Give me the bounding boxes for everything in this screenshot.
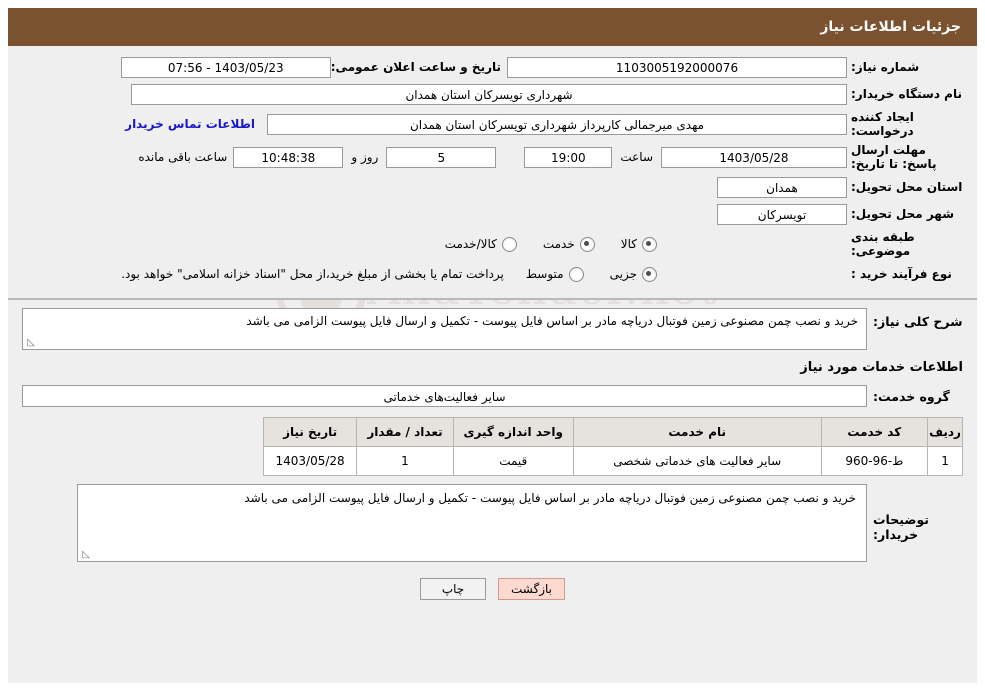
- need-number-value: 1103005192000076: [507, 56, 847, 78]
- province-label: استان محل تحویل:: [851, 180, 963, 194]
- items-table: ردیف کد خدمت نام خدمت واحد اندازه گیری ت…: [262, 417, 963, 476]
- deadline-date-value: 1403/05/28: [661, 146, 847, 168]
- radio-icon[interactable]: [501, 236, 517, 252]
- buyer-org-value: شهرداری تویسرکان استان همدان: [131, 83, 847, 105]
- back-button[interactable]: بازگشت: [498, 578, 565, 600]
- category-option-label: خدمت: [542, 237, 575, 251]
- th-need-date: تاریخ نیاز: [262, 417, 358, 447]
- remaining-time-value: 10:48:38: [233, 146, 344, 168]
- cell-service-code: ط-96-960: [820, 446, 929, 476]
- purchase-type-option-label: متوسط: [525, 267, 564, 281]
- resize-handle-icon[interactable]: ◺: [80, 550, 90, 560]
- general-desc-label: شرح کلی نیاز:: [873, 314, 963, 329]
- row-creator: ایجاد کننده درخواست: مهدی میرجمالی کارپر…: [22, 110, 963, 138]
- purchase-type-label: نوع فرآیند خرید :: [851, 267, 952, 281]
- services-section-title: اطلاعات خدمات مورد نیاز: [800, 360, 963, 375]
- city-value: تویسرکان: [717, 203, 847, 225]
- service-group-label: گروه خدمت:: [873, 388, 950, 404]
- purchase-note: پرداخت تمام یا بخشی از مبلغ خرید،از محل …: [121, 267, 504, 281]
- creator-label: ایجاد کننده درخواست:: [851, 110, 914, 138]
- buyer-notes-row: توضیحات خریدار: خرید و نصب چمن مصنوعی زم…: [22, 484, 963, 562]
- print-button[interactable]: چاپ: [420, 578, 486, 600]
- public-announce-label: تاریخ و ساعت اعلان عمومی:: [330, 60, 501, 74]
- need-number-label: شماره نیاز:: [851, 60, 920, 74]
- creator-value: مهدی میرجمالی کارپرداز شهرداری تویسرکان …: [267, 113, 847, 135]
- public-announce-value: 1403/05/23 - 07:56: [120, 56, 331, 78]
- radio-icon[interactable]: [642, 266, 657, 282]
- page-title: جزئیات اطلاعات نیاز: [820, 19, 961, 35]
- buyer-notes-label: توضیحات خریدار:: [873, 512, 929, 542]
- remaining-time-label: ساعت باقی مانده: [138, 150, 228, 164]
- th-row-no: ردیف: [927, 417, 963, 447]
- table-row: 1 ط-96-960 سایر فعالیت های خدماتی شخصی ق…: [262, 446, 963, 476]
- buyer-notes-value: خرید و نصب چمن مصنوعی زمین فوتبال دریاچه…: [244, 491, 856, 505]
- radio-icon[interactable]: [642, 236, 657, 252]
- radio-icon[interactable]: [568, 266, 584, 282]
- buyer-contact-link[interactable]: اطلاعات تماس خریدار: [125, 117, 255, 131]
- page-header: جزئیات اطلاعات نیاز: [8, 8, 977, 46]
- service-group-value: سایر فعالیت‌های خدماتی: [22, 385, 867, 407]
- th-quantity: تعداد / مقدار: [356, 417, 454, 447]
- radio-icon[interactable]: [579, 236, 595, 252]
- th-unit: واحد اندازه گیری: [452, 417, 574, 447]
- row-province: استان محل تحویل: همدان: [22, 176, 963, 198]
- cell-need-date: 1403/05/28: [262, 446, 358, 476]
- cell-service-name: سایر فعالیت های خدماتی شخصی: [572, 446, 822, 476]
- th-service-code: کد خدمت: [820, 417, 929, 447]
- purchase-type-radio-group: جزیی متوسط: [525, 266, 657, 282]
- purchase-type-option-label: جزیی: [609, 267, 637, 281]
- category-option-label: کالا/خدمت: [444, 237, 497, 251]
- row-need-number: شماره نیاز: 1103005192000076 تاریخ و ساع…: [22, 56, 963, 78]
- row-city: شهر محل تحویل: تویسرکان: [22, 203, 963, 225]
- general-desc-textarea[interactable]: خرید و نصب چمن مصنوعی زمین فوتبال دریاچه…: [22, 308, 867, 350]
- purchase-type-option-jozee[interactable]: جزیی: [609, 266, 657, 282]
- deadline-hour-label: ساعت: [620, 150, 653, 164]
- table-header-row: ردیف کد خدمت نام خدمت واحد اندازه گیری ت…: [262, 417, 963, 447]
- general-desc-row: شرح کلی نیاز: خرید و نصب چمن مصنوعی زمین…: [22, 308, 963, 350]
- cell-quantity: 1: [356, 446, 454, 476]
- purchase-type-option-motevaset[interactable]: متوسط: [525, 266, 584, 282]
- category-option-kala[interactable]: کالا: [620, 236, 657, 252]
- resize-handle-icon[interactable]: ◺: [25, 338, 35, 348]
- need-info-panel: شماره نیاز: 1103005192000076 تاریخ و ساع…: [8, 46, 977, 300]
- deadline-label: مهلت ارسال پاسخ: تا تاریخ:: [851, 143, 937, 171]
- remaining-days-label: روز و: [351, 150, 379, 164]
- deadline-hour-value: 19:00: [524, 146, 613, 168]
- category-radio-group: کالا خدمت کالا/خدمت: [444, 236, 657, 252]
- row-purchase-type: نوع فرآیند خرید : جزیی متوسط پرداخت تمام…: [22, 263, 963, 285]
- footer-buttons: بازگشت چاپ: [22, 572, 963, 600]
- category-option-khedmat[interactable]: خدمت: [542, 236, 595, 252]
- cell-row-no: 1: [927, 446, 963, 476]
- main-section: شرح کلی نیاز: خرید و نصب چمن مصنوعی زمین…: [8, 300, 977, 600]
- service-group-row: گروه خدمت: سایر فعالیت‌های خدماتی: [22, 385, 963, 407]
- items-table-wrap: ردیف کد خدمت نام خدمت واحد اندازه گیری ت…: [22, 417, 963, 476]
- cell-unit: قیمت: [452, 446, 574, 476]
- row-deadline: مهلت ارسال پاسخ: تا تاریخ: 1403/05/28 سا…: [22, 143, 963, 171]
- page-root: جزئیات اطلاعات نیاز AnaTender.net شماره …: [0, 0, 985, 691]
- buyer-notes-textarea[interactable]: خرید و نصب چمن مصنوعی زمین فوتبال دریاچه…: [77, 484, 867, 562]
- row-category: طبقه بندی موضوعی: کالا خدمت کالا/خدمت: [22, 230, 963, 258]
- city-label: شهر محل تحویل:: [851, 207, 955, 221]
- province-value: همدان: [717, 176, 847, 198]
- category-option-label: کالا: [620, 237, 637, 251]
- category-option-kala-khedmat[interactable]: کالا/خدمت: [444, 236, 517, 252]
- category-label: طبقه بندی موضوعی:: [851, 230, 915, 258]
- th-service-name: نام خدمت: [572, 417, 822, 447]
- remaining-days-value: 5: [386, 146, 497, 168]
- buyer-org-label: نام دستگاه خریدار:: [851, 87, 962, 101]
- general-desc-value: خرید و نصب چمن مصنوعی زمین فوتبال دریاچه…: [246, 314, 858, 328]
- row-buyer-org: نام دستگاه خریدار: شهرداری تویسرکان استا…: [22, 83, 963, 105]
